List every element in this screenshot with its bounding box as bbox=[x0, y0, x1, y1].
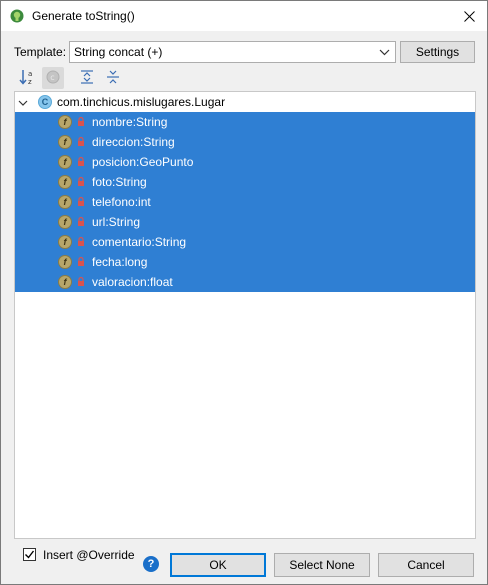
sort-alphabetically-button[interactable]: a z bbox=[16, 67, 38, 89]
svg-text:a: a bbox=[28, 70, 32, 78]
class-icon: C bbox=[38, 95, 52, 109]
lock-icon bbox=[77, 236, 85, 247]
field-row[interactable]: f comentario:String bbox=[15, 232, 475, 252]
lock-icon bbox=[77, 116, 85, 127]
field-icon: f bbox=[58, 195, 72, 209]
field-row[interactable]: f fecha:long bbox=[15, 252, 475, 272]
field-row[interactable]: f posicion:GeoPunto bbox=[15, 152, 475, 172]
expand-all-button[interactable] bbox=[76, 67, 98, 89]
fields-tree[interactable]: C com.tinchicus.mislugares.Lugar f nombr… bbox=[14, 91, 476, 539]
lock-icon bbox=[77, 136, 85, 147]
chevron-down-icon[interactable] bbox=[18, 97, 28, 111]
field-row[interactable]: f direccion:String bbox=[15, 132, 475, 152]
field-icon: f bbox=[58, 115, 72, 129]
field-icon: f bbox=[58, 275, 72, 289]
template-dropdown[interactable]: String concat (+) bbox=[69, 41, 396, 63]
collapse-all-icon bbox=[105, 69, 121, 88]
window-title: Generate toString() bbox=[32, 9, 135, 23]
field-label: foto:String bbox=[92, 175, 147, 189]
field-icon: f bbox=[58, 235, 72, 249]
expand-all-icon bbox=[79, 69, 95, 88]
show-classes-button[interactable]: c bbox=[42, 67, 64, 89]
field-label: nombre:String bbox=[92, 115, 168, 129]
lock-icon bbox=[77, 216, 85, 227]
lock-icon bbox=[77, 196, 85, 207]
template-selected-value: String concat (+) bbox=[74, 45, 163, 59]
show-classes-icon: c bbox=[46, 70, 60, 87]
cancel-button[interactable]: Cancel bbox=[378, 553, 474, 577]
field-row[interactable]: f valoracion:float bbox=[15, 272, 475, 292]
svg-text:z: z bbox=[28, 78, 32, 86]
field-label: url:String bbox=[92, 215, 141, 229]
field-icon: f bbox=[58, 175, 72, 189]
field-icon: f bbox=[58, 155, 72, 169]
svg-text:c: c bbox=[50, 73, 54, 82]
lock-icon bbox=[77, 256, 85, 267]
insert-override-label[interactable]: Insert @Override bbox=[43, 548, 135, 562]
sort-alphabetically-icon: a z bbox=[18, 68, 36, 89]
lock-icon bbox=[77, 176, 85, 187]
insert-override-checkbox[interactable] bbox=[23, 548, 36, 561]
settings-button[interactable]: Settings bbox=[400, 41, 475, 63]
template-label: Template: bbox=[14, 45, 67, 59]
field-row[interactable]: f telefono:int bbox=[15, 192, 475, 212]
field-icon: f bbox=[58, 215, 72, 229]
field-row[interactable]: f foto:String bbox=[15, 172, 475, 192]
title-bar[interactable]: Generate toString() bbox=[1, 1, 487, 31]
field-label: comentario:String bbox=[92, 235, 187, 249]
lock-icon bbox=[77, 156, 85, 167]
field-label: posicion:GeoPunto bbox=[92, 155, 194, 169]
root-class-label: com.tinchicus.mislugares.Lugar bbox=[57, 95, 226, 109]
dialog-window: Generate toString() Template: String con… bbox=[0, 0, 488, 585]
close-icon[interactable] bbox=[451, 1, 487, 31]
field-label: telefono:int bbox=[92, 195, 151, 209]
field-label: valoracion:float bbox=[92, 275, 173, 289]
select-none-button[interactable]: Select None bbox=[274, 553, 370, 577]
tree-root-class[interactable]: C com.tinchicus.mislugares.Lugar bbox=[15, 92, 475, 112]
field-icon: f bbox=[58, 135, 72, 149]
selection-highlight: f nombre:String f direccion:String f pos… bbox=[15, 112, 475, 292]
field-icon: f bbox=[58, 255, 72, 269]
chevron-down-icon bbox=[379, 45, 390, 65]
field-row[interactable]: f nombre:String bbox=[15, 112, 475, 132]
field-label: direccion:String bbox=[92, 135, 175, 149]
lock-icon bbox=[77, 276, 85, 287]
ok-button[interactable]: OK bbox=[170, 553, 266, 577]
field-row[interactable]: f url:String bbox=[15, 212, 475, 232]
field-label: fecha:long bbox=[92, 255, 148, 269]
android-studio-icon bbox=[10, 9, 24, 23]
collapse-all-button[interactable] bbox=[102, 67, 124, 89]
help-icon[interactable]: ? bbox=[143, 556, 159, 572]
